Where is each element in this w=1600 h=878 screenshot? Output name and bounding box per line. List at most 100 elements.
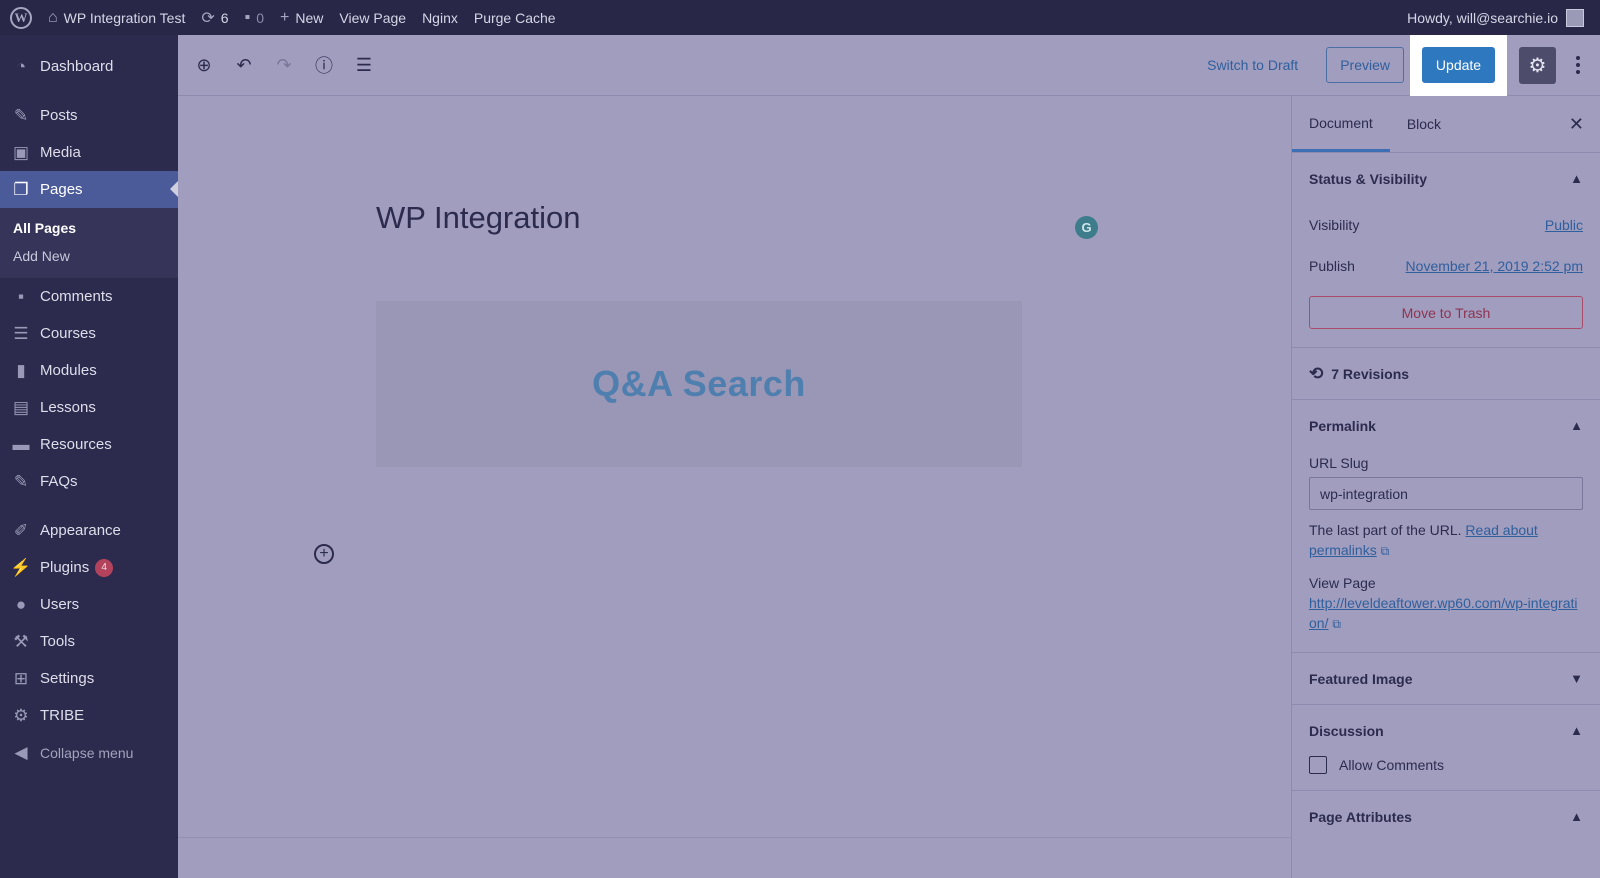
submenu-all-pages[interactable]: All Pages [0, 214, 178, 242]
comment-icon: ▪ [244, 8, 251, 26]
info-icon[interactable]: ⓘ [312, 53, 336, 77]
site-name-link[interactable]: ⌂ WP Integration Test [40, 0, 193, 35]
history-icon: ⟲ [1309, 363, 1324, 383]
block-inserter-icon[interactable]: + [314, 544, 334, 564]
howdy-user[interactable]: Howdy, will@searchie.io [1407, 10, 1558, 26]
external-link-icon: ⧉ [1332, 617, 1341, 631]
sidebar-item-faqs[interactable]: ✎ FAQs [0, 463, 178, 500]
sidebar-item-courses[interactable]: ☰ Courses [0, 315, 178, 352]
update-button[interactable]: Update [1421, 47, 1496, 83]
revisions-link[interactable]: ⟲ 7 Revisions [1309, 348, 1583, 399]
more-options-icon[interactable] [1566, 56, 1590, 74]
pages-icon: ❐ [13, 179, 29, 199]
pin-icon: ✎ [13, 471, 29, 491]
allow-comments-row: Allow Comments [1309, 756, 1583, 790]
sidebar-item-pages[interactable]: ❐ Pages [0, 171, 178, 208]
allow-comments-label[interactable]: Allow Comments [1339, 757, 1444, 773]
publish-date-link[interactable]: November 21, 2019 2:52 pm [1406, 258, 1583, 274]
view-page-label: View Page [1309, 575, 1376, 591]
move-to-trash-button[interactable]: Move to Trash [1309, 296, 1583, 329]
chevron-down-icon: ▼ [1570, 671, 1583, 686]
url-slug-input[interactable]: wp-integration [1309, 477, 1583, 510]
comment-icon: ▪ [17, 286, 25, 306]
page-attributes-toggle[interactable]: Page Attributes ▲ [1309, 791, 1583, 842]
sidebar-item-resources[interactable]: ▬ Resources [0, 426, 178, 463]
post-title[interactable]: WP Integration [376, 200, 580, 236]
visibility-row: Visibility Public [1309, 204, 1583, 245]
chevron-up-icon: ▲ [1570, 418, 1583, 433]
view-page-label: View Page [339, 9, 407, 26]
visibility-label: Visibility [1309, 216, 1360, 233]
sidebar-item-appearance[interactable]: ✐ Appearance [0, 512, 178, 549]
nginx-link[interactable]: Nginx [414, 0, 466, 35]
featured-image-toggle[interactable]: Featured Image ▼ [1309, 653, 1583, 704]
block-navigation-icon[interactable]: ☰ [352, 53, 376, 77]
grammarly-icon[interactable]: G [1075, 216, 1098, 239]
plus-icon: + [280, 8, 290, 26]
chevron-up-icon: ▲ [1570, 723, 1583, 738]
sidebar-item-lessons[interactable]: ▤ Lessons [0, 389, 178, 426]
comments-link[interactable]: ▪ 0 [237, 0, 272, 35]
tab-document[interactable]: Document [1292, 96, 1390, 152]
view-page-link[interactable]: View Page [331, 0, 414, 35]
archive-icon: ☰ [13, 323, 29, 343]
redo-icon[interactable]: ↷ [272, 53, 296, 77]
status-visibility-toggle[interactable]: Status & Visibility ▲ [1309, 153, 1583, 204]
close-icon[interactable]: ✕ [1569, 96, 1584, 152]
sidebar-item-media[interactable]: ▣ Media [0, 134, 178, 171]
panel-title: Page Attributes [1309, 808, 1412, 825]
updates-count: 6 [220, 9, 229, 26]
featured-image-panel: Featured Image ▼ [1292, 653, 1600, 705]
sidebar-item-tribe[interactable]: ⚙ TRIBE [0, 697, 178, 734]
collapse-menu-label: Collapse menu [40, 744, 134, 761]
new-label: New [295, 9, 324, 26]
switch-to-draft-button[interactable]: Switch to Draft [1207, 57, 1298, 73]
view-page-url-link[interactable]: http://leveldeaftower.wp60.com/wp-integr… [1309, 595, 1577, 631]
sidebar-item-label: Dashboard [40, 58, 114, 75]
sidebar-item-dashboard[interactable]: ◔ Dashboard [0, 48, 178, 85]
help-text: The last part of the URL. [1309, 522, 1462, 538]
chevron-up-icon: ▲ [1570, 171, 1583, 186]
sidebar-item-modules[interactable]: ▮ Modules [0, 352, 178, 389]
admin-sidebar: ◔ Dashboard ✎ Posts ▣ Media ❐ Pages All Page… [0, 35, 178, 878]
tab-block[interactable]: Block [1390, 96, 1458, 152]
collapse-icon: ◀ [14, 742, 28, 762]
editor-canvas: WP Integration G Q&A Search + [178, 96, 1291, 878]
settings-gear-icon[interactable]: ⚙ [1519, 46, 1556, 84]
collapse-menu-button[interactable]: ◀ Collapse menu [0, 734, 178, 771]
updates-link[interactable]: ⟳ 6 [193, 0, 236, 35]
inspector-tabs: Document Block ✕ [1292, 96, 1600, 153]
allow-comments-checkbox[interactable] [1309, 756, 1327, 774]
dashboard-icon: ◔ [15, 56, 27, 76]
plugins-update-badge: 4 [95, 558, 114, 577]
preview-button[interactable]: Preview [1326, 47, 1404, 83]
chevron-up-icon: ▲ [1570, 809, 1583, 824]
home-icon: ⌂ [48, 8, 58, 26]
sidebar-item-users[interactable]: ● Users [0, 586, 178, 623]
sidebar-item-label: Lessons [40, 399, 96, 416]
sidebar-item-posts[interactable]: ✎ Posts [0, 97, 178, 134]
submenu-add-new[interactable]: Add New [0, 242, 178, 270]
sidebar-item-label: Users [40, 596, 80, 613]
publish-label: Publish [1309, 257, 1355, 274]
permalink-toggle[interactable]: Permalink ▲ [1309, 400, 1583, 451]
avatar[interactable] [1566, 8, 1584, 27]
sidebar-item-label: Courses [40, 325, 96, 342]
sidebar-item-settings[interactable]: ⊞ Settings [0, 660, 178, 697]
discussion-panel: Discussion ▲ Allow Comments [1292, 705, 1600, 791]
revisions-panel: ⟲ 7 Revisions [1292, 348, 1600, 400]
sidebar-item-tools[interactable]: ⚒ Tools [0, 623, 178, 660]
site-name: WP Integration Test [63, 9, 186, 26]
visibility-link[interactable]: Public [1545, 217, 1583, 233]
sidebar-item-label: TRIBE [40, 707, 85, 724]
sidebar-item-plugins[interactable]: ⚡ Plugins 4 [0, 549, 178, 586]
sliders-icon: ⊞ [13, 668, 29, 688]
purge-cache-link[interactable]: Purge Cache [466, 0, 564, 35]
qa-search-block[interactable]: Q&A Search [376, 301, 1022, 467]
discussion-toggle[interactable]: Discussion ▲ [1309, 705, 1583, 756]
wordpress-logo-icon[interactable]: W [10, 6, 32, 29]
new-content-link[interactable]: + New [272, 0, 331, 35]
undo-icon[interactable]: ↶ [232, 53, 256, 77]
add-block-icon[interactable]: ⊕ [192, 53, 216, 77]
sidebar-item-comments[interactable]: ▪ Comments [0, 278, 178, 315]
